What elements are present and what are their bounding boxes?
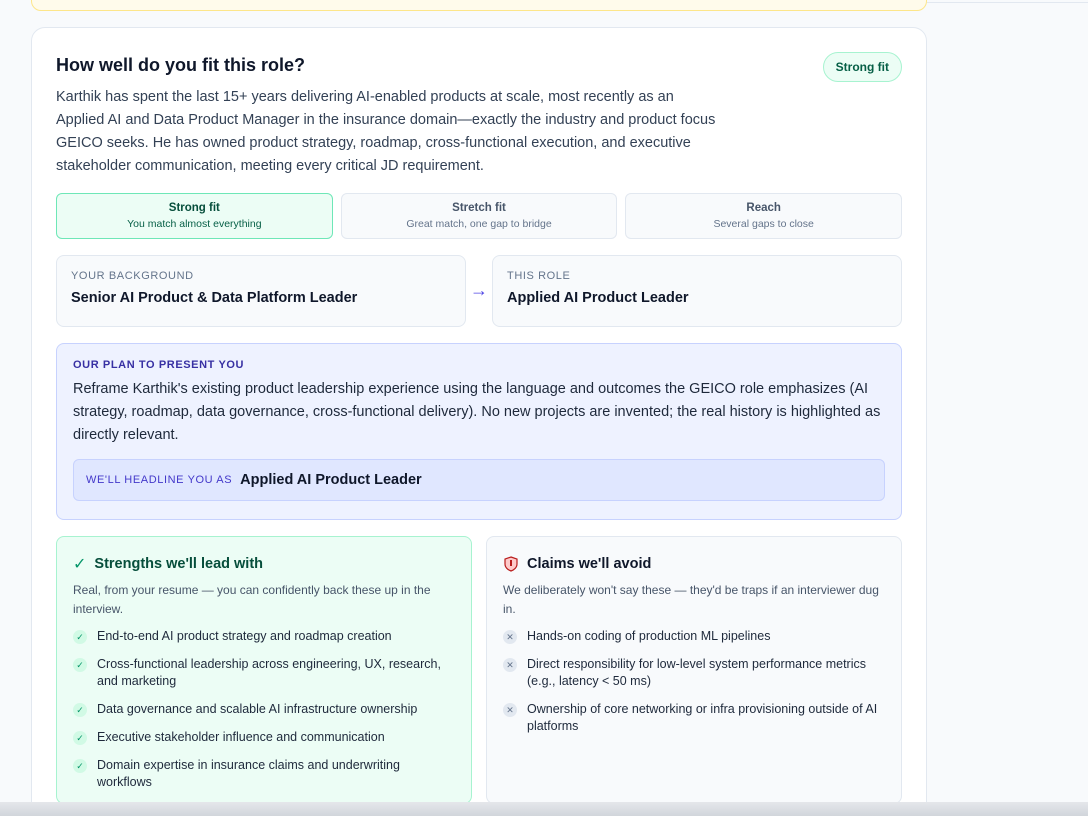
x-icon: ✕ [503,658,517,672]
tier-description: Several gaps to close [713,218,814,230]
tier-label: Strong fit [168,202,220,214]
list-item: ✓ Domain expertise in insurance claims an… [73,757,455,791]
tier-label: Reach [746,202,781,214]
avoid-subtitle: We deliberately won't say these — they'd… [503,583,879,616]
item-text: Ownership of core networking or infra pr… [527,702,878,733]
strengths-title: Strengths we'll lead with [94,556,264,572]
avoid-title: Claims we'll avoid [527,556,652,572]
item-text: Hands-on coding of production ML pipelin… [527,629,771,643]
tier-label: Stretch fit [452,202,506,214]
headline-box: WE'LL HEADLINE YOU AS Applied AI Product… [73,459,885,501]
item-text: Data governance and scalable AI infrastr… [97,702,418,716]
shield-icon [504,556,518,572]
tier-reach[interactable]: Reach Several gaps to close [625,193,903,239]
presentation-plan: OUR PLAN TO PRESENT YOU Reframe Karthik'… [56,343,902,520]
check-icon: ✓ [73,630,87,644]
fit-summary: Karthik has spent the last 15+ years del… [56,89,716,174]
background-box: YOUR BACKGROUND Senior AI Product & Data… [56,255,466,327]
role-box: THIS ROLE Applied AI Product Leader [492,255,902,327]
bottom-bar [0,802,1088,816]
item-text: Cross-functional leadership across engin… [97,657,441,688]
check-icon: ✓ [73,556,87,573]
check-icon: ✓ [73,658,87,672]
list-item: ✕ Hands-on coding of production ML pipeli… [503,628,885,645]
fit-tier-selector: Strong fit You match almost everything S… [56,193,903,239]
background-label: YOUR BACKGROUND [71,270,194,282]
strengths-panel: ✓ Strengths we'll lead with Real, from y… [56,536,472,804]
avoid-header: Claims we'll avoid [503,553,885,575]
background-value: Senior AI Product & Data Platform Leader [71,290,358,306]
tier-description: You match almost everything [127,218,262,230]
item-text: Direct responsibility for low-level syst… [527,657,866,688]
list-item: ✕ Direct responsibility for low-level sys… [503,656,885,690]
card-title: How well do you fit this role? [56,55,306,75]
avoid-list: ✕ Hands-on coding of production ML pipeli… [503,628,885,735]
role-value: Applied AI Product Leader [507,290,689,306]
fit-badge: Strong fit [822,52,902,82]
check-icon: ✓ [73,731,87,745]
check-icon: ✓ [73,703,87,717]
plan-text: Reframe Karthik's existing product leade… [73,381,881,443]
x-icon: ✕ [503,630,517,644]
item-text: End-to-end AI product strategy and roadm… [97,629,392,643]
list-item: ✓ Data governance and scalable AI infrast… [73,701,455,718]
top-banner [31,0,927,11]
x-icon: ✕ [503,703,517,717]
divider [927,2,1088,3]
headline-value: Applied AI Product Leader [240,472,422,488]
tier-strong-fit[interactable]: Strong fit You match almost everything [56,193,333,239]
strengths-header: ✓ Strengths we'll lead with [73,553,455,575]
list-item: ✕ Ownership of core networking or infra p… [503,701,885,735]
tier-description: Great match, one gap to bridge [406,218,552,230]
item-text: Domain expertise in insurance claims and… [97,758,400,789]
list-item: ✓ End-to-end AI product strategy and road… [73,628,455,645]
tier-stretch-fit[interactable]: Stretch fit Great match, one gap to brid… [340,193,618,239]
list-item: ✓ Executive stakeholder influence and com… [73,729,455,746]
avoid-panel: Claims we'll avoid We deliberately won't… [486,536,902,804]
item-text: Executive stakeholder influence and comm… [97,730,385,744]
arrow-right-icon: → [470,280,488,300]
check-icon: ✓ [73,759,87,773]
role-label: THIS ROLE [507,270,571,282]
strengths-list: ✓ End-to-end AI product strategy and road… [73,628,455,791]
fit-card: How well do you fit this role? Strong fi… [31,27,927,816]
strengths-subtitle: Real, from your resume — you can confide… [73,583,431,616]
list-item: ✓ Cross-functional leadership across engi… [73,656,455,690]
plan-heading: OUR PLAN TO PRESENT YOU [73,359,245,371]
headline-label: WE'LL HEADLINE YOU AS [86,474,233,486]
